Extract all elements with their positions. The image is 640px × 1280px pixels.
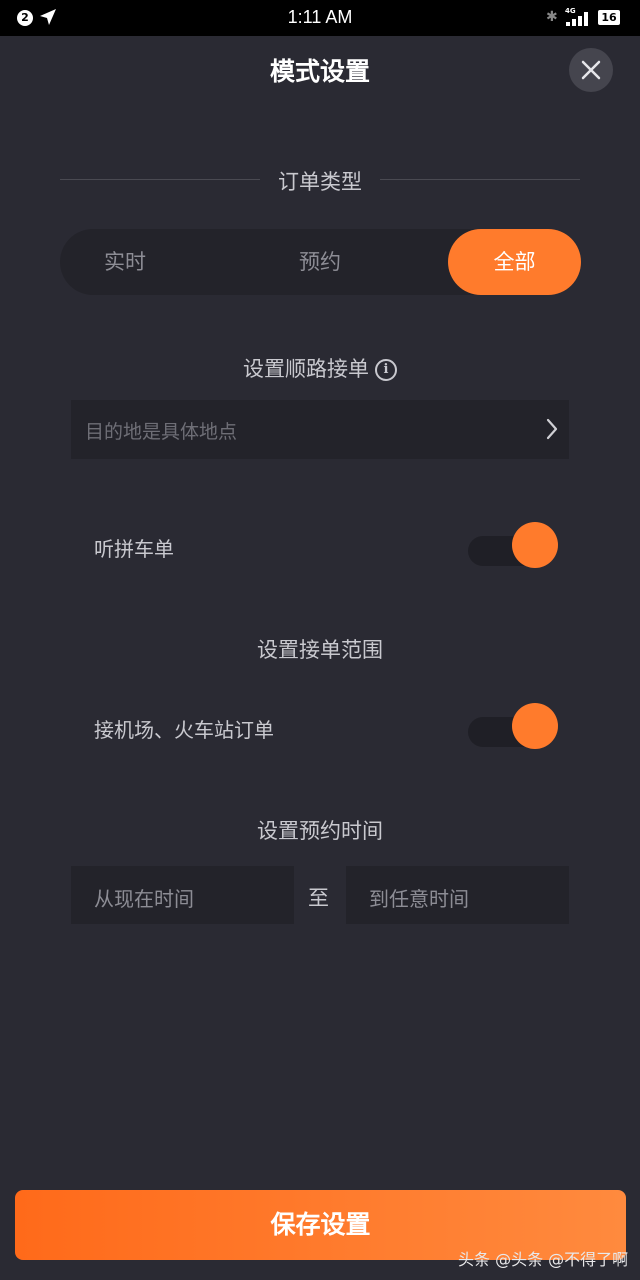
- order-type-segmented-control: 实时 预约 全部: [60, 229, 581, 295]
- to-time-field[interactable]: 到任意时间: [346, 866, 569, 924]
- order-type-reservation[interactable]: 预约: [255, 229, 385, 295]
- order-type-title: 订单类型: [278, 170, 362, 194]
- route-title-text: 设置顺路接单: [243, 357, 369, 381]
- status-bar: 2 1:11 AM ✱ 4G 16: [0, 0, 640, 36]
- signal-icon: [566, 12, 588, 26]
- route-title: 设置顺路接单 i: [0, 353, 640, 383]
- watermark: 头条 @头条 @不得了啊: [458, 1250, 629, 1269]
- airport-label: 接机场、火车站订单: [94, 718, 274, 742]
- range-title: 设置接单范围: [257, 638, 383, 662]
- close-icon: [581, 60, 601, 80]
- toggle-knob: [512, 522, 558, 568]
- carpool-toggle[interactable]: [468, 522, 558, 568]
- bluetooth-icon: ✱: [546, 9, 558, 25]
- schedule-title: 设置预约时间: [257, 819, 383, 843]
- order-type-realtime[interactable]: 实时: [60, 229, 190, 295]
- destination-placeholder: 目的地是具体地点: [85, 421, 238, 443]
- from-time-placeholder: 从现在时间: [94, 887, 194, 911]
- info-icon[interactable]: i: [375, 359, 397, 381]
- from-time-field[interactable]: 从现在时间: [71, 866, 294, 924]
- close-button[interactable]: [569, 48, 613, 92]
- page-title: 模式设置: [269, 57, 370, 86]
- status-time: 1:11 AM: [287, 7, 353, 27]
- chevron-right-icon: [546, 418, 558, 440]
- to-time-placeholder: 到任意时间: [369, 887, 469, 911]
- order-type-all[interactable]: 全部: [448, 229, 581, 295]
- battery-icon: 16: [598, 10, 620, 25]
- airport-toggle[interactable]: [468, 703, 558, 749]
- carpool-label: 听拼车单: [94, 537, 174, 561]
- toggle-knob: [512, 703, 558, 749]
- destination-field[interactable]: 目的地是具体地点: [71, 400, 569, 459]
- to-label: 至: [308, 886, 329, 910]
